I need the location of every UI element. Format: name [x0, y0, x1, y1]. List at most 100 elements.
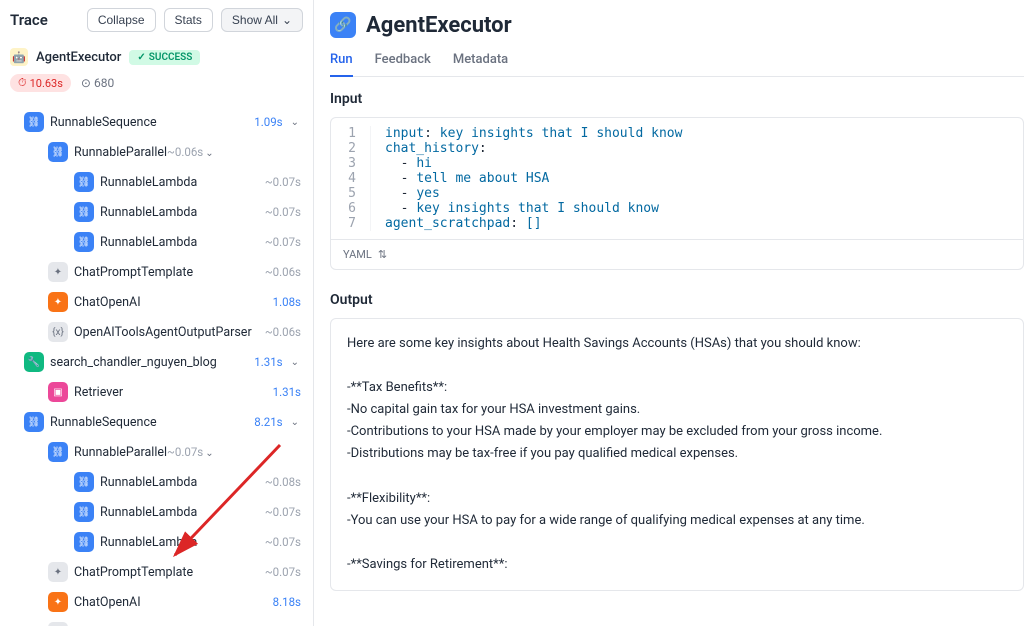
node-name: RunnableLambda [100, 205, 259, 220]
node-time: ~0.07s [265, 175, 301, 189]
output-line: -You can use your HSA to pay for a wide … [347, 510, 1007, 532]
tree-node[interactable]: ✦ ChatOpenAI 1.08s [4, 288, 309, 316]
main-header: 🔗 AgentExecutor [330, 12, 1024, 48]
node-icon: ⛓ [74, 472, 94, 492]
tree-node[interactable]: ⛓ RunnableLambda ~0.07s [4, 498, 309, 526]
trace-meta: ⏱ 10.63s ⊙ 680 [0, 74, 313, 102]
tree-node[interactable]: ✦ ChatPromptTemplate ~0.06s [4, 258, 309, 286]
node-icon: {x} [48, 322, 68, 342]
root-name: AgentExecutor [36, 50, 121, 65]
trace-title: Trace [10, 11, 79, 29]
tree-node[interactable]: {x}OpenAIToolsAgentOutputParser~0.06s [4, 318, 309, 346]
tab-run[interactable]: Run [330, 48, 353, 77]
page-title: AgentExecutor [366, 13, 512, 38]
node-icon: ✦ [48, 262, 68, 282]
node-time: ~0.06s [167, 145, 203, 159]
node-time: 8.18s [273, 595, 301, 609]
node-icon: ⛓ [24, 112, 44, 132]
node-icon: ✦ [48, 292, 68, 312]
node-time: ~0.07s [265, 205, 301, 219]
stats-button[interactable]: Stats [164, 8, 213, 32]
token-icon: ⊙ [81, 76, 91, 90]
tree-node[interactable]: ▣ Retriever 1.31s [4, 378, 309, 406]
chevron-down-icon[interactable]: ⌄ [203, 448, 215, 459]
status-badge: ✓ SUCCESS [129, 50, 200, 65]
node-icon: ⛓ [74, 202, 94, 222]
node-name: ChatOpenAI [74, 295, 267, 310]
node-icon: 🔧 [24, 352, 44, 372]
node-time: ~0.07s [265, 505, 301, 519]
tree-node[interactable]: ⛓ RunnableLambda ~0.07s [4, 198, 309, 226]
chain-icon: 🔗 [330, 12, 356, 38]
node-name: RunnableSequence [50, 415, 248, 430]
node-icon: ⛓ [74, 232, 94, 252]
clock-icon: ⏱ [18, 76, 27, 90]
node-name: RunnableLambda [100, 535, 259, 550]
node-name: RunnableLambda [100, 175, 259, 190]
node-icon: ⛓ [74, 172, 94, 192]
tree-node[interactable]: {x}OpenAIToolsAgentOutputParser~0.08s [4, 618, 309, 626]
node-name: RunnableParallel~0.07s⌄ [74, 445, 301, 460]
node-time: ~0.08s [265, 475, 301, 489]
node-icon: ⛓ [74, 502, 94, 522]
node-name: OpenAIToolsAgentOutputParser [74, 325, 259, 340]
output-line [347, 355, 1007, 377]
input-code-block: 1input: key insights that I should know2… [330, 117, 1024, 270]
code-format-selector[interactable]: YAML ⇅ [331, 239, 1023, 269]
tree-node[interactable]: ⛓ RunnableLambda ~0.07s [4, 528, 309, 556]
tab-feedback[interactable]: Feedback [375, 48, 431, 77]
node-name: ChatPromptTemplate [74, 265, 259, 280]
check-icon: ✓ [137, 52, 145, 63]
node-icon: ▣ [48, 382, 68, 402]
trace-sidebar: Trace Collapse Stats Show All ⌄ 🤖 AgentE… [0, 0, 314, 626]
node-icon: ⛓ [24, 412, 44, 432]
output-box: Here are some key insights about Health … [330, 318, 1024, 591]
node-name: search_chandler_nguyen_blog [50, 355, 248, 370]
node-name: RunnableParallel~0.06s⌄ [74, 145, 301, 160]
node-icon: ⛓ [48, 142, 68, 162]
node-time: 1.08s [273, 295, 301, 309]
tree-node[interactable]: ⛓RunnableLambda~0.07s [4, 228, 309, 256]
tree-node[interactable]: 🔧 search_chandler_nguyen_blog 1.31s ⌄ [4, 348, 309, 376]
output-line: -**Tax Benefits**: [347, 377, 1007, 399]
tree-node[interactable]: ⛓RunnableLambda~0.08s [4, 468, 309, 496]
time-badge: ⏱ 10.63s [10, 74, 71, 92]
node-icon: ✦ [48, 562, 68, 582]
chevron-down-icon[interactable]: ⌄ [289, 117, 301, 128]
trace-root-row[interactable]: 🤖 AgentExecutor ✓ SUCCESS [0, 40, 313, 74]
tree-node[interactable]: ✦ ChatOpenAI 8.18s [4, 588, 309, 616]
node-time: 1.31s [273, 385, 301, 399]
token-count: ⊙ 680 [81, 76, 114, 90]
node-time: ~0.07s [265, 565, 301, 579]
code-lines[interactable]: 1input: key insights that I should know2… [331, 118, 1023, 239]
tree-node[interactable]: ⛓RunnableSequence1.09s⌄ [4, 108, 309, 136]
tree-node[interactable]: ⛓ RunnableLambda ~0.07s [4, 168, 309, 196]
node-time: ~0.07s [265, 535, 301, 549]
sidebar-header: Trace Collapse Stats Show All ⌄ [0, 0, 313, 40]
node-icon: {x} [48, 622, 68, 626]
node-icon: ✦ [48, 592, 68, 612]
show-all-button[interactable]: Show All ⌄ [221, 8, 303, 32]
chevron-down-icon[interactable]: ⌄ [289, 357, 301, 368]
node-name: RunnableLambda [100, 505, 259, 520]
tree-node[interactable]: ⛓RunnableParallel~0.07s⌄ [4, 438, 309, 466]
node-icon: ⛓ [74, 532, 94, 552]
tree-node[interactable]: ⛓ RunnableParallel~0.06s⌄ [4, 138, 309, 166]
output-line: -**Savings for Retirement**: [347, 554, 1007, 576]
chevron-down-icon[interactable]: ⌄ [289, 417, 301, 428]
output-line: Here are some key insights about Health … [347, 333, 1007, 355]
node-time: 1.31s [254, 355, 282, 369]
output-line: -Contributions to your HSA made by your … [347, 421, 1007, 443]
chevron-down-icon[interactable]: ⌄ [203, 148, 215, 159]
collapse-button[interactable]: Collapse [87, 8, 156, 32]
node-name: ChatOpenAI [74, 595, 267, 610]
tree-node[interactable]: ✦ChatPromptTemplate~0.07s [4, 558, 309, 586]
tab-metadata[interactable]: Metadata [453, 48, 508, 77]
input-section-title: Input [330, 91, 1024, 107]
output-line: -No capital gain tax for your HSA invest… [347, 399, 1007, 421]
tree-node[interactable]: ⛓RunnableSequence8.21s⌄ [4, 408, 309, 436]
node-time: ~0.06s [265, 265, 301, 279]
node-name: Retriever [74, 385, 267, 400]
output-line [347, 466, 1007, 488]
output-line: -Distributions may be tax-free if you pa… [347, 443, 1007, 465]
